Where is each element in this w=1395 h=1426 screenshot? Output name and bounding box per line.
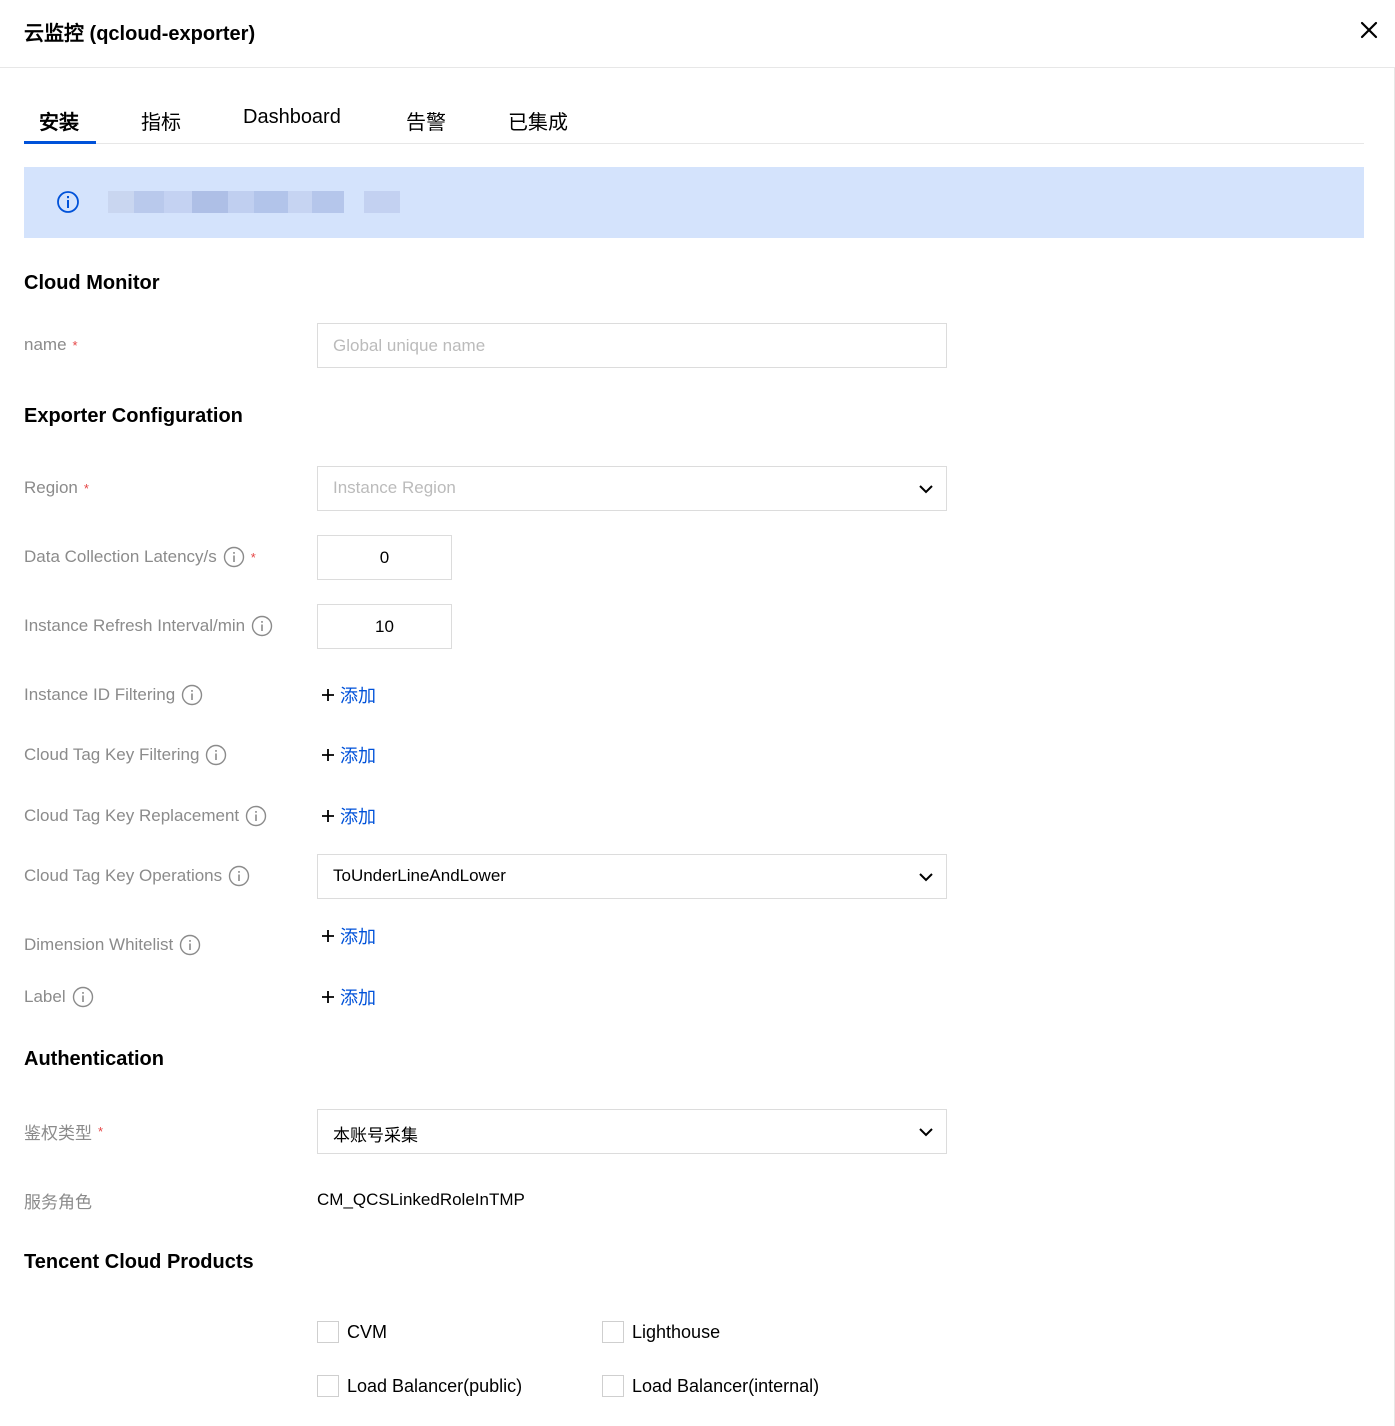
section-cloud-monitor: Cloud Monitor	[24, 272, 160, 294]
tag-key-operations-label-text: Cloud Tag Key Operations	[24, 866, 223, 885]
auth-type-label-text: 鉴权类型	[24, 1123, 92, 1143]
latency-input[interactable]	[317, 535, 452, 580]
add-label-button[interactable]: 添加	[320, 985, 376, 1009]
tag-key-filtering-label: Cloud Tag Key Filtering	[24, 743, 227, 767]
name-label-text: name	[24, 335, 67, 354]
help-icon[interactable]	[179, 934, 201, 956]
help-icon[interactable]	[245, 805, 267, 827]
tag-key-replacement-label-text: Cloud Tag Key Replacement	[24, 806, 240, 825]
label-field-label: Label	[24, 985, 94, 1009]
name-label: name *	[24, 333, 78, 357]
add-instance-id-filter-button[interactable]: 添加	[320, 683, 376, 707]
checkbox-box[interactable]	[317, 1375, 339, 1397]
section-authentication: Authentication	[24, 1048, 164, 1070]
add-link-text: 添加	[340, 746, 376, 766]
required-mark: *	[83, 480, 89, 496]
section-exporter-configuration: Exporter Configuration	[24, 405, 243, 427]
refresh-label-text: Instance Refresh Interval/min	[24, 616, 246, 635]
auth-type-select[interactable]: 本账号采集	[317, 1109, 947, 1154]
product-label: Load Balancer(public)	[347, 1375, 523, 1396]
instance-id-filtering-label: Instance ID Filtering	[24, 683, 203, 707]
auth-type-label: 鉴权类型 *	[24, 1119, 103, 1143]
add-link-text: 添加	[340, 988, 376, 1008]
chevron-down-icon	[919, 873, 933, 882]
add-link-text: 添加	[340, 927, 376, 947]
tag-key-operations-select[interactable]: ToUnderLineAndLower	[317, 854, 947, 899]
plus-icon	[322, 749, 334, 761]
dialog-header: 云监控 (qcloud-exporter)	[0, 0, 1395, 68]
tag-key-operations-value: ToUnderLineAndLower	[333, 866, 506, 885]
help-icon[interactable]	[72, 986, 94, 1008]
help-icon[interactable]	[251, 615, 273, 637]
tag-key-filtering-label-text: Cloud Tag Key Filtering	[24, 745, 200, 764]
dialog-title: 云监控 (qcloud-exporter)	[24, 23, 256, 45]
chevron-down-icon	[919, 485, 933, 494]
dimension-whitelist-label: Dimension Whitelist	[24, 933, 201, 957]
plus-icon	[322, 991, 334, 1003]
section-tencent-cloud-products: Tencent Cloud Products	[24, 1251, 254, 1273]
region-placeholder: Instance Region	[333, 478, 456, 497]
tag-key-replacement-label: Cloud Tag Key Replacement	[24, 804, 267, 828]
add-tag-key-filter-button[interactable]: 添加	[320, 743, 376, 767]
tab-alerts[interactable]: 告警	[406, 106, 446, 135]
region-select[interactable]: Instance Region	[317, 466, 947, 511]
close-icon[interactable]	[1357, 18, 1381, 42]
chevron-down-icon	[919, 1128, 933, 1137]
product-label: Load Balancer(internal)	[632, 1375, 820, 1396]
product-checkbox-lb-public[interactable]: Load Balancer(public)	[317, 1373, 522, 1399]
dimension-whitelist-label-text: Dimension Whitelist	[24, 935, 174, 954]
help-icon[interactable]	[205, 744, 227, 766]
active-tab-indicator	[24, 141, 96, 144]
help-icon[interactable]	[181, 684, 203, 706]
latency-label: Data Collection Latency/s *	[24, 545, 256, 569]
required-mark: *	[250, 549, 256, 565]
auth-type-value: 本账号采集	[333, 1126, 418, 1145]
info-icon	[57, 191, 79, 213]
instance-id-filtering-label-text: Instance ID Filtering	[24, 685, 176, 704]
product-label: Lighthouse	[632, 1321, 721, 1342]
label-field-label-text: Label	[24, 987, 66, 1006]
plus-icon	[322, 810, 334, 822]
tab-install[interactable]: 安装	[39, 106, 79, 135]
add-tag-key-replacement-button[interactable]: 添加	[320, 804, 376, 828]
redacted-notice-text	[108, 191, 400, 213]
service-role-label-text: 服务角色	[24, 1192, 92, 1212]
service-role-label: 服务角色	[24, 1188, 92, 1212]
tab-dashboard[interactable]: Dashboard	[243, 106, 341, 129]
plus-icon	[322, 689, 334, 701]
tab-bar: 安装 指标 Dashboard 告警 已集成	[24, 92, 1364, 144]
add-dimension-whitelist-button[interactable]: 添加	[320, 924, 376, 948]
add-link-text: 添加	[340, 807, 376, 827]
tab-metrics[interactable]: 指标	[141, 106, 181, 135]
checkbox-box[interactable]	[602, 1321, 624, 1343]
product-checkbox-lb-internal[interactable]: Load Balancer(internal)	[602, 1373, 819, 1399]
required-mark: *	[72, 337, 78, 353]
product-checkbox-lighthouse[interactable]: Lighthouse	[602, 1319, 720, 1345]
refresh-label: Instance Refresh Interval/min	[24, 614, 273, 638]
add-link-text: 添加	[340, 686, 376, 706]
tag-key-operations-label: Cloud Tag Key Operations	[24, 864, 250, 888]
info-notice	[24, 167, 1364, 238]
checkbox-box[interactable]	[602, 1375, 624, 1397]
plus-icon	[322, 930, 334, 942]
help-icon[interactable]	[223, 546, 245, 568]
checkbox-box[interactable]	[317, 1321, 339, 1343]
refresh-input[interactable]	[317, 604, 452, 649]
help-icon[interactable]	[228, 865, 250, 887]
service-role-value: CM_QCSLinkedRoleInTMP	[317, 1190, 525, 1209]
tab-integrated[interactable]: 已集成	[508, 106, 568, 135]
product-checkbox-cvm[interactable]: CVM	[317, 1319, 387, 1345]
required-mark: *	[98, 1123, 104, 1139]
product-label: CVM	[347, 1321, 387, 1342]
region-label: Region *	[24, 476, 89, 500]
name-input[interactable]	[317, 323, 947, 368]
latency-label-text: Data Collection Latency/s	[24, 547, 217, 566]
region-label-text: Region	[24, 478, 78, 497]
